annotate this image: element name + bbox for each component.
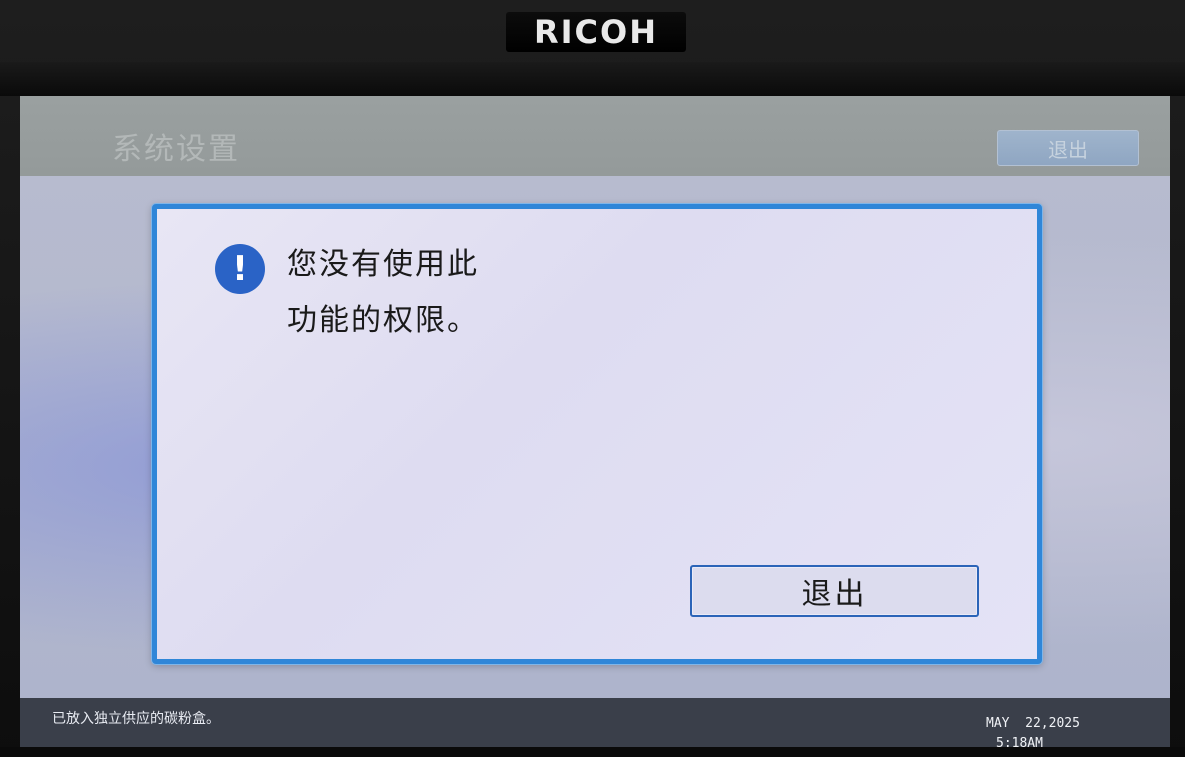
dialog-message-line2: 功能的权限。 — [287, 303, 479, 338]
printer-panel: RICOH 系统设置 退出 ! 您没有使用此 功能的权限。 退出 已放入独立供应… — [0, 0, 1185, 757]
brand-plate: RICOH — [506, 12, 686, 52]
dialog-message-line1: 您没有使用此 — [287, 247, 479, 282]
dialog-message: 您没有使用此 功能的权限。 — [287, 237, 479, 349]
title-bar: 系统设置 退出 — [20, 96, 1170, 176]
status-time: 5:18AM — [996, 736, 1043, 747]
dialog-exit-button[interactable]: 退出 — [690, 565, 979, 617]
bottom-bezel — [0, 747, 1185, 757]
bezel — [0, 62, 1185, 96]
status-date: MAY 22,2025 — [986, 716, 1080, 731]
status-message: 已放入独立供应的碳粉盒。 — [52, 711, 220, 727]
page-title: 系统设置 — [112, 132, 240, 167]
brand-logo: RICOH — [533, 13, 658, 51]
status-datetime: MAY 22,2025 5:18AM — [986, 714, 1080, 747]
exclamation-icon: ! — [215, 244, 265, 294]
header-exit-button[interactable]: 退出 — [997, 130, 1139, 166]
touch-screen: 系统设置 退出 ! 您没有使用此 功能的权限。 退出 已放入独立供应的碳粉盒。 … — [20, 96, 1170, 747]
permission-dialog: ! 您没有使用此 功能的权限。 退出 — [152, 204, 1042, 664]
status-bar: 已放入独立供应的碳粉盒。 MAY 22,2025 5:18AM — [20, 698, 1170, 747]
